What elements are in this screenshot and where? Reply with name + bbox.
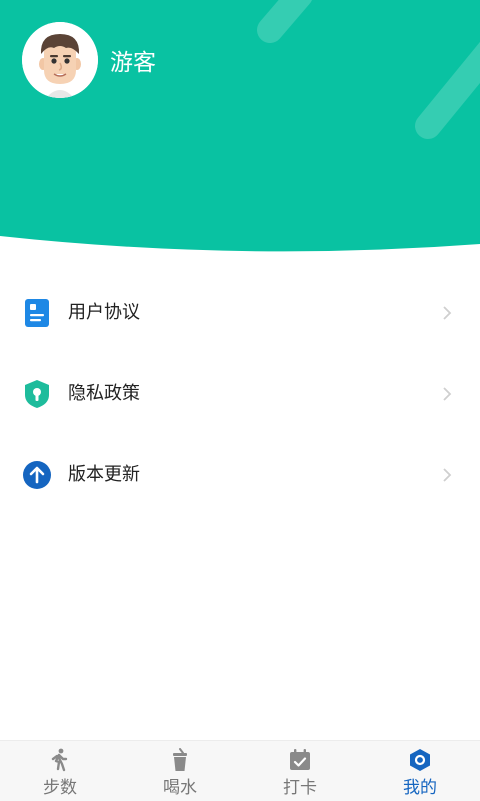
walking-icon xyxy=(48,748,72,772)
chevron-right-icon xyxy=(440,386,454,402)
cup-icon xyxy=(168,748,192,772)
tab-water[interactable]: 喝水 xyxy=(120,741,240,801)
username: 游客 xyxy=(110,50,156,76)
calendar-check-icon xyxy=(288,748,312,772)
shield-lock-icon xyxy=(22,379,52,409)
hexagon-profile-icon xyxy=(408,748,432,772)
tab-mine[interactable]: 我的 xyxy=(360,741,480,801)
menu-item-user-agreement[interactable]: 用户协议 xyxy=(0,276,480,348)
menu-item-label: 用户协议 xyxy=(68,302,140,323)
menu-item-version-update[interactable]: 版本更新 xyxy=(0,438,480,510)
profile-header: 游客 xyxy=(0,0,480,256)
chevron-right-icon xyxy=(440,467,454,483)
tab-label: 打卡 xyxy=(283,778,317,798)
avatar[interactable] xyxy=(22,22,98,98)
menu-item-privacy-policy[interactable]: 隐私政策 xyxy=(0,357,480,429)
tab-steps[interactable]: 步数 xyxy=(0,741,120,801)
upload-arrow-icon xyxy=(22,460,52,490)
cartoon-man-avatar-icon xyxy=(22,22,98,98)
tab-label: 喝水 xyxy=(163,778,197,798)
tab-checkin[interactable]: 打卡 xyxy=(240,741,360,801)
menu-item-label: 版本更新 xyxy=(68,464,140,485)
bottom-tab-bar: 步数 喝水 打卡 我的 xyxy=(0,740,480,801)
tab-label: 步数 xyxy=(43,778,77,798)
chevron-right-icon xyxy=(440,305,454,321)
tab-label: 我的 xyxy=(403,778,437,798)
menu-item-label: 隐私政策 xyxy=(68,383,140,404)
document-icon xyxy=(22,298,52,328)
